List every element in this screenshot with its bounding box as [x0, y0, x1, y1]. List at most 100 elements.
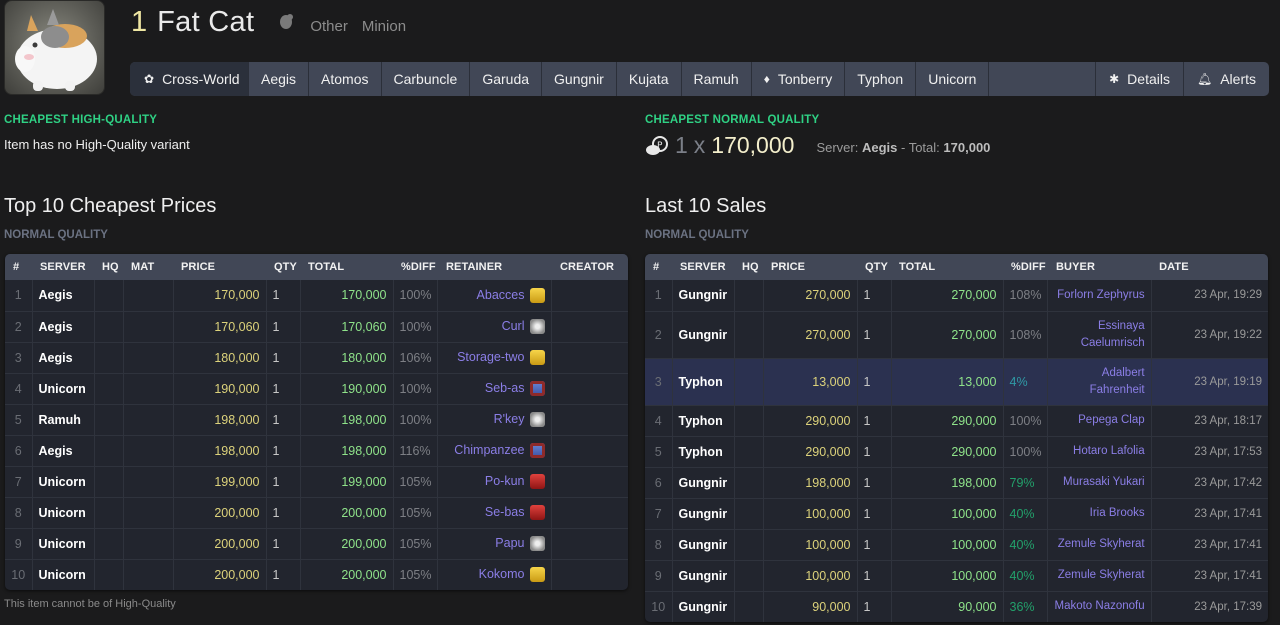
- column-header[interactable]: QTY: [266, 254, 300, 280]
- qty-cell: 1: [266, 497, 301, 529]
- tab-carbuncle[interactable]: Carbuncle: [382, 62, 471, 96]
- retainer-name[interactable]: Se-bas: [485, 505, 525, 519]
- diff-cell: 40%: [1003, 498, 1049, 530]
- column-header[interactable]: TOTAL: [300, 254, 393, 280]
- retainer-name[interactable]: R'key: [494, 412, 525, 426]
- retainer-name[interactable]: Chimpanzee: [454, 443, 524, 457]
- hq-cell: [94, 466, 124, 498]
- sale-row[interactable]: 10 Gungnir 90,000 1 90,000 36% Makoto Nazonofu…: [645, 591, 1268, 622]
- tab-aegis[interactable]: Aegis: [249, 62, 310, 96]
- tab-gungnir[interactable]: Gungnir: [542, 62, 617, 96]
- price-row[interactable]: 9 Unicorn 200,000 1 200,000 105% Papu: [5, 528, 628, 560]
- column-header[interactable]: DATE: [1151, 254, 1268, 280]
- column-header[interactable]: PRICE: [173, 254, 266, 280]
- sale-row[interactable]: 6 Gungnir 198,000 1 198,000 79% Murasaki Yukar…: [645, 467, 1268, 499]
- column-header[interactable]: CREATOR: [551, 254, 628, 280]
- tab-garuda[interactable]: Garuda: [470, 62, 543, 96]
- price-row[interactable]: 4 Unicorn 190,000 1 190,000 100% Seb-as: [5, 373, 628, 405]
- price-row[interactable]: 5 Ramuh 198,000 1 198,000 100% R'key: [5, 404, 628, 436]
- tab-ramuh[interactable]: Ramuh: [682, 62, 752, 96]
- column-header[interactable]: BUYER: [1047, 254, 1152, 280]
- row-number: 8: [5, 497, 33, 529]
- sale-row[interactable]: 1 Gungnir 270,000 1 270,000 108% Forlorn Zephy…: [645, 280, 1268, 312]
- column-header[interactable]: #: [5, 254, 32, 280]
- price-row[interactable]: 2 Aegis 170,060 1 170,060 100% Curl: [5, 311, 628, 343]
- hq-cell: [94, 528, 124, 560]
- tab-tonberry[interactable]: ♦ Tonberry: [752, 62, 846, 96]
- price-cell: 198,000: [173, 404, 267, 436]
- buyer-cell: Pepega Clap: [1047, 405, 1152, 437]
- row-number: 5: [645, 436, 673, 468]
- materia-cell: [123, 559, 174, 590]
- buyer-name[interactable]: Adalbert: [1054, 365, 1145, 382]
- price-row[interactable]: 6 Aegis 198,000 1 198,000 116% Chimpanzee: [5, 435, 628, 467]
- tab-typhon[interactable]: Typhon: [845, 62, 917, 96]
- buyer-name[interactable]: Zemule Skyherat: [1054, 536, 1145, 553]
- retainer-name[interactable]: Seb-as: [485, 381, 525, 395]
- hq-cell: [94, 342, 124, 374]
- sale-row[interactable]: 3 Typhon 13,000 1 13,000 4% Adalbert Fahrenheit…: [645, 358, 1268, 406]
- retainer-name[interactable]: Storage-two: [457, 350, 524, 364]
- tab-unicorn[interactable]: Unicorn: [916, 62, 990, 96]
- date-cell: 23 Apr, 18:17: [1151, 405, 1268, 437]
- row-number: 2: [5, 311, 33, 343]
- item-level: 1: [131, 6, 148, 38]
- price-row[interactable]: 1 Aegis 170,000 1 170,000 100% Abacces: [5, 280, 628, 312]
- price-row[interactable]: 10 Unicorn 200,000 1 200,000 105% Kokomo: [5, 559, 628, 590]
- hq-cell: [734, 591, 764, 622]
- alerts-icon: 🔔︎: [1196, 72, 1213, 86]
- column-header[interactable]: #: [645, 254, 672, 280]
- diff-cell: 100%: [393, 280, 439, 312]
- column-header[interactable]: SERVER: [32, 254, 94, 280]
- details-button[interactable]: ✱ Details: [1096, 62, 1184, 96]
- retainer-name[interactable]: Abacces: [477, 288, 525, 302]
- price-row[interactable]: 3 Aegis 180,000 1 180,000 106% Storage-two: [5, 342, 628, 374]
- hq-cell: [734, 560, 764, 592]
- buyer-name[interactable]: Caelumrisch: [1054, 335, 1145, 352]
- column-header[interactable]: %DIFF: [393, 254, 438, 280]
- sale-row[interactable]: 7 Gungnir 100,000 1 100,000 40% Iria Brooks 23 …: [645, 498, 1268, 530]
- buyer-name[interactable]: Zemule Skyherat: [1054, 567, 1145, 584]
- retainer-cell: Chimpanzee: [437, 435, 553, 467]
- retainer-name[interactable]: Po-kun: [485, 474, 525, 488]
- sale-row[interactable]: 4 Typhon 290,000 1 290,000 100% Pepega Clap 23 …: [645, 405, 1268, 437]
- sales-subtitle: NORMAL QUALITY: [645, 229, 749, 241]
- tab-atomos[interactable]: Atomos: [309, 62, 382, 96]
- column-header[interactable]: HQ: [94, 254, 123, 280]
- buyer-name[interactable]: Makoto Nazonofu: [1054, 598, 1144, 615]
- price-row[interactable]: 7 Unicorn 199,000 1 199,000 105% Po-kun: [5, 466, 628, 498]
- retainer-name[interactable]: Curl: [502, 319, 525, 333]
- column-header[interactable]: PRICE: [763, 254, 857, 280]
- retainer-name[interactable]: Kokomo: [479, 567, 525, 581]
- column-header[interactable]: QTY: [857, 254, 891, 280]
- diff-cell: 40%: [1003, 560, 1049, 592]
- retainer-name[interactable]: Papu: [495, 536, 524, 550]
- tab-label: Ramuh: [693, 71, 739, 87]
- column-header[interactable]: HQ: [734, 254, 763, 280]
- tab-kujata[interactable]: Kujata: [617, 62, 682, 96]
- buyer-name[interactable]: Forlorn Zephyrus: [1054, 287, 1145, 304]
- column-header[interactable]: MAT: [123, 254, 173, 280]
- buyer-name[interactable]: Hotaro Lafolia: [1054, 443, 1145, 460]
- buyer-name[interactable]: Murasaki Yukari: [1054, 474, 1145, 491]
- buyer-name[interactable]: Fahrenheit: [1054, 382, 1145, 399]
- tab-spacer: [989, 62, 1097, 96]
- column-header[interactable]: RETAINER: [437, 254, 552, 280]
- column-header[interactable]: SERVER: [672, 254, 734, 280]
- buyer-name[interactable]: Iria Brooks: [1054, 505, 1145, 522]
- alerts-button[interactable]: 🔔︎ Alerts: [1184, 62, 1269, 96]
- sale-row[interactable]: 2 Gungnir 270,000 1 270,000 108% Essinaya Caelu…: [645, 311, 1268, 359]
- tab-cross-world[interactable]: ✿ Cross-World: [130, 62, 249, 96]
- column-header[interactable]: TOTAL: [891, 254, 1003, 280]
- qty-cell: 1: [266, 373, 301, 405]
- buyer-name[interactable]: Pepega Clap: [1054, 412, 1145, 429]
- qty-cell: 1: [857, 405, 892, 437]
- buyer-name[interactable]: Essinaya: [1054, 318, 1145, 335]
- column-header[interactable]: %DIFF: [1003, 254, 1048, 280]
- price-row[interactable]: 8 Unicorn 200,000 1 200,000 105% Se-bas: [5, 497, 628, 529]
- hq-cell: [94, 435, 124, 467]
- sale-row[interactable]: 5 Typhon 290,000 1 290,000 100% Hotaro Lafolia…: [645, 436, 1268, 468]
- sale-row[interactable]: 8 Gungnir 100,000 1 100,000 40% Zemule Skyhera…: [645, 529, 1268, 561]
- total-cell: 290,000: [891, 405, 1004, 437]
- sale-row[interactable]: 9 Gungnir 100,000 1 100,000 40% Zemule Skyhera…: [645, 560, 1268, 592]
